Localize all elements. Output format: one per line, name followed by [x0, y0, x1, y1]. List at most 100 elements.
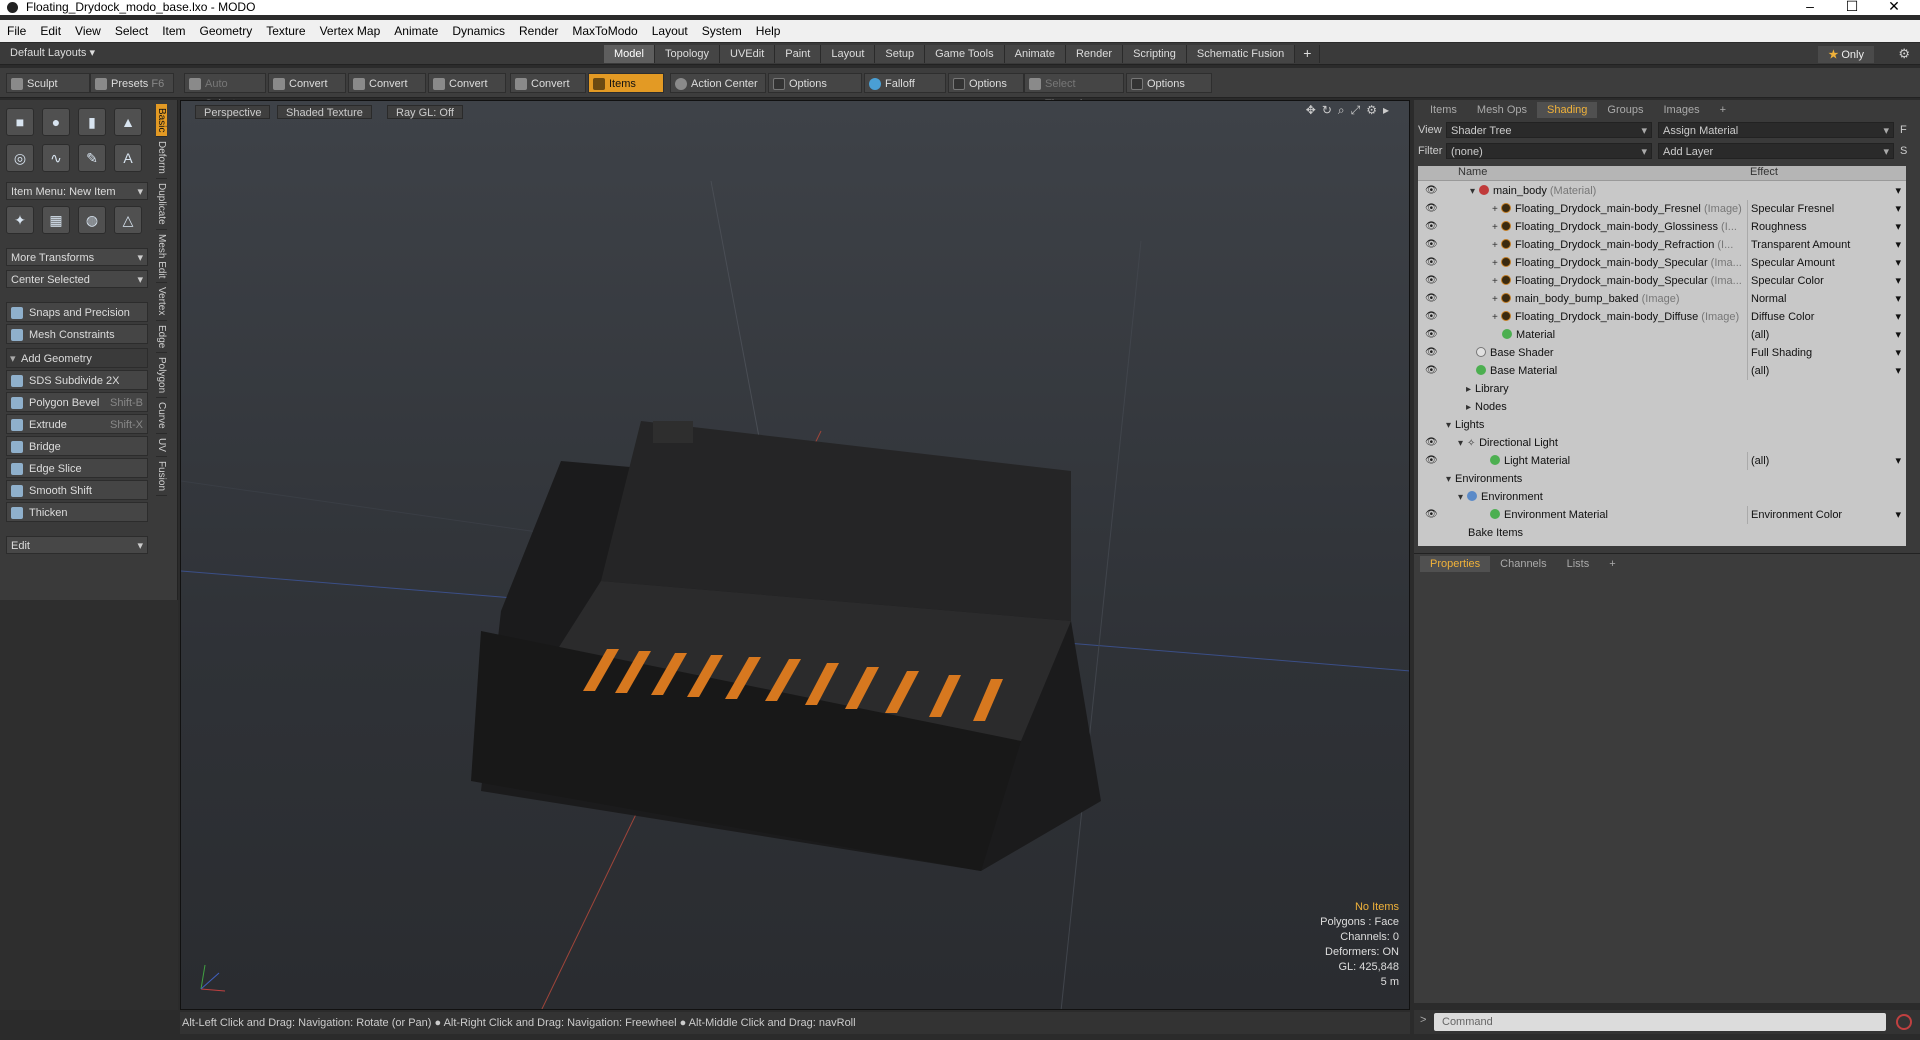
tree-row[interactable]: 👁 + Floating_Drydock_main-body_Specular (I… [1418, 254, 1906, 272]
only-toggle[interactable]: ★ Only [1818, 46, 1874, 63]
grid-icon[interactable]: ▦ [42, 206, 70, 234]
sds-subdivide-button[interactable]: SDS Subdivide 2X [6, 370, 148, 390]
menu-dynamics[interactable]: Dynamics [445, 24, 512, 38]
tree-row[interactable]: Bake Items [1418, 524, 1906, 542]
filter-dropdown[interactable]: (none) [1446, 143, 1652, 160]
close-icon[interactable]: ✕ [1874, 0, 1914, 15]
tab-uvedit[interactable]: UVEdit [720, 45, 776, 63]
tree-row[interactable]: 👁 Base Material (all) [1418, 362, 1906, 380]
torus-icon[interactable]: ◎ [6, 144, 34, 172]
eye-icon[interactable]: 👁 [1425, 344, 1438, 362]
tree-row[interactable]: 👁 Environment Material Environment Color [1418, 506, 1906, 524]
view-dropdown[interactable]: Shader Tree [1446, 122, 1652, 139]
add-tab-button[interactable]: + [1710, 102, 1736, 118]
convert-button-3[interactable]: Convert [428, 73, 506, 93]
tab-topology[interactable]: Topology [654, 45, 721, 63]
tree-row[interactable]: 👁 + Floating_Drydock_main-body_Glossiness … [1418, 218, 1906, 236]
tab-animate[interactable]: Animate [1004, 45, 1066, 63]
vtab-polygon[interactable]: Polygon [156, 353, 167, 399]
tab-layout[interactable]: Layout [821, 45, 876, 63]
menu-edit[interactable]: Edit [33, 24, 68, 38]
tab-scripting[interactable]: Scripting [1123, 45, 1187, 63]
eye-icon[interactable]: 👁 [1425, 362, 1438, 380]
tree-row[interactable]: ▸ Library [1418, 380, 1906, 398]
record-icon[interactable] [1896, 1014, 1912, 1030]
menu-select[interactable]: Select [108, 24, 155, 38]
f-button[interactable]: F [1900, 124, 1907, 136]
vtab-mesh-edit[interactable]: Mesh Edit [156, 230, 167, 284]
action-center-button[interactable]: Action Center [670, 73, 766, 93]
menu-geometry[interactable]: Geometry [193, 24, 260, 38]
tab-images[interactable]: Images [1654, 102, 1710, 118]
add-geometry-section[interactable]: ▾ Add Geometry [6, 348, 148, 368]
action-center-options-button[interactable]: Options [768, 73, 862, 93]
menu-item[interactable]: Item [155, 24, 192, 38]
edge-slice-button[interactable]: Edge Slice [6, 458, 148, 478]
eye-icon[interactable]: 👁 [1425, 236, 1438, 254]
thicken-button[interactable]: Thicken [6, 502, 148, 522]
tab-setup[interactable]: Setup [875, 45, 926, 63]
tree-row[interactable]: 👁 + Floating_Drydock_main-body_Refraction … [1418, 236, 1906, 254]
menu-layout[interactable]: Layout [645, 24, 695, 38]
tree-row[interactable]: ▾ Environments [1418, 470, 1906, 488]
extrude-button[interactable]: Extrude Shift-X [6, 414, 148, 434]
tree-row[interactable]: 👁 + Floating_Drydock_main-body_Specular (I… [1418, 272, 1906, 290]
add-layout-tab-button[interactable]: + [1295, 45, 1321, 63]
center-selected-dropdown[interactable]: Center Selected [6, 270, 148, 289]
edit-dropdown[interactable]: Edit [6, 536, 148, 555]
tab-shading[interactable]: Shading [1537, 102, 1598, 118]
eye-icon[interactable]: 👁 [1425, 182, 1438, 200]
sphere-icon[interactable]: ● [42, 108, 70, 136]
eye-icon[interactable]: 👁 [1425, 434, 1438, 452]
maximize-icon[interactable]: ☐ [1832, 0, 1872, 15]
eye-icon[interactable]: 👁 [1425, 272, 1438, 290]
select-through-options-button[interactable]: Options [1126, 73, 1212, 93]
eye-icon[interactable]: 👁 [1425, 452, 1438, 470]
vtab-basic[interactable]: Basic [156, 104, 167, 138]
menu-render[interactable]: Render [512, 24, 565, 38]
eye-icon[interactable]: 👁 [1425, 308, 1438, 326]
tree-row[interactable]: 👁 ▾ main_body (Material) [1418, 182, 1906, 200]
cube-icon[interactable]: ■ [6, 108, 34, 136]
vtab-deform[interactable]: Deform [156, 137, 167, 180]
smooth-shift-button[interactable]: Smooth Shift [6, 480, 148, 500]
polygon-bevel-button[interactable]: Polygon Bevel Shift-B [6, 392, 148, 412]
eye-icon[interactable]: 👁 [1425, 290, 1438, 308]
convert-button-2[interactable]: Convert [348, 73, 426, 93]
sculpt-button[interactable]: Sculpt [6, 73, 90, 93]
item-menu-dropdown[interactable]: Item Menu: New Item [6, 182, 148, 201]
tab-groups[interactable]: Groups [1597, 102, 1653, 118]
vtab-edge[interactable]: Edge [156, 321, 167, 354]
eye-icon[interactable]: 👁 [1425, 254, 1438, 272]
menu-file[interactable]: File [0, 24, 33, 38]
add-props-tab-button[interactable]: + [1599, 556, 1625, 572]
tree-row[interactable]: 👁 + main_body_bump_baked (Image) Normal [1418, 290, 1906, 308]
eye-icon[interactable]: 👁 [1425, 506, 1438, 524]
eye-icon[interactable]: 👁 [1425, 218, 1438, 236]
tab-items[interactable]: Items [1420, 102, 1467, 118]
auto-select-button[interactable]: Auto Select [184, 73, 266, 110]
mesh-constraints-button[interactable]: Mesh Constraints [6, 324, 148, 344]
menu-vertex-map[interactable]: Vertex Map [313, 24, 388, 38]
presets-button[interactable]: Presets F6 [90, 73, 174, 93]
menu-system[interactable]: System [695, 24, 749, 38]
vtab-fusion[interactable]: Fusion [156, 457, 167, 496]
3d-viewport[interactable]: Perspective Shaded Texture Ray GL: Off ✥… [180, 100, 1410, 1010]
tree-row[interactable]: ▾ Lights [1418, 416, 1906, 434]
globe-icon[interactable]: ◍ [78, 206, 106, 234]
tab-mesh-ops[interactable]: Mesh Ops [1467, 102, 1537, 118]
falloff-options-button[interactable]: Options [948, 73, 1024, 93]
select-through-button[interactable]: Select Through [1024, 73, 1124, 110]
tree-row[interactable]: 👁 Light Material (all) [1418, 452, 1906, 470]
add-layer-dropdown[interactable]: Add Layer [1658, 143, 1894, 160]
tree-row[interactable]: 👁 + Floating_Drydock_main-body_Diffuse (Im… [1418, 308, 1906, 326]
tree-row[interactable]: 👁 ▾ ✧ Directional Light [1418, 434, 1906, 452]
minimize-icon[interactable]: – [1790, 0, 1830, 14]
tree-row[interactable]: 👁 Base Shader Full Shading [1418, 344, 1906, 362]
pyramid-icon[interactable]: △ [114, 206, 142, 234]
menu-view[interactable]: View [68, 24, 108, 38]
cylinder-icon[interactable]: ▮ [78, 108, 106, 136]
tab-schematic-fusion[interactable]: Schematic Fusion [1186, 45, 1296, 63]
tab-game-tools[interactable]: Game Tools [925, 45, 1005, 63]
tree-row[interactable]: 👁 Material (all) [1418, 326, 1906, 344]
